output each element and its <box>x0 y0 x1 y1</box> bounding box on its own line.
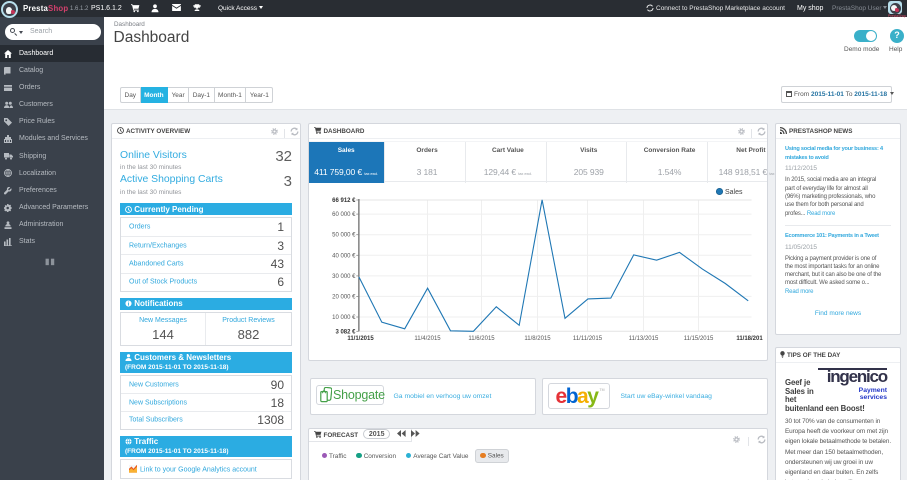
svg-text:30 000 €: 30 000 € <box>332 274 356 280</box>
svg-text:11/6/2015: 11/6/2015 <box>468 336 495 342</box>
svg-text:3 082 €: 3 082 € <box>335 329 356 335</box>
svg-text:11/13/2015: 11/13/2015 <box>628 336 658 342</box>
svg-text:11/18/201: 11/18/201 <box>736 336 763 342</box>
svg-text:11/1/2015: 11/1/2015 <box>347 336 374 342</box>
svg-text:10 000 €: 10 000 € <box>332 315 356 321</box>
svg-text:66 912 €: 66 912 € <box>332 198 356 204</box>
svg-text:50 000 €: 50 000 € <box>332 233 356 239</box>
svg-text:11/4/2015: 11/4/2015 <box>414 336 441 342</box>
svg-text:60 000 €: 60 000 € <box>332 212 356 218</box>
svg-text:11/8/2015: 11/8/2015 <box>524 336 551 342</box>
svg-text:11/15/2015: 11/15/2015 <box>683 336 713 342</box>
svg-text:40 000 €: 40 000 € <box>332 253 356 259</box>
svg-text:20 000 €: 20 000 € <box>332 294 356 300</box>
svg-text:Sales: Sales <box>725 189 743 196</box>
svg-text:11/11/2015: 11/11/2015 <box>572 336 602 342</box>
